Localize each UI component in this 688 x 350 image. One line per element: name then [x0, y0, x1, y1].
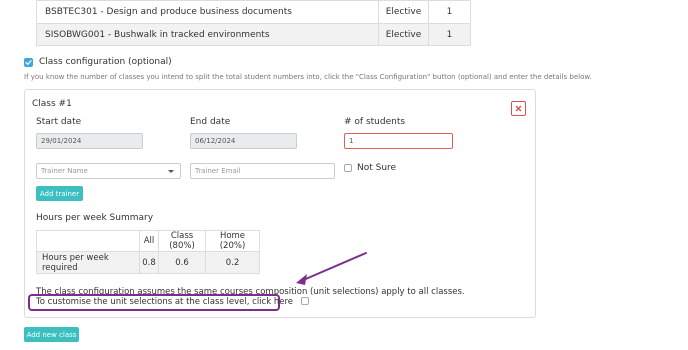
add-new-class-button[interactable]: Add new class — [24, 327, 79, 342]
annotation-arrow-icon — [296, 252, 367, 285]
